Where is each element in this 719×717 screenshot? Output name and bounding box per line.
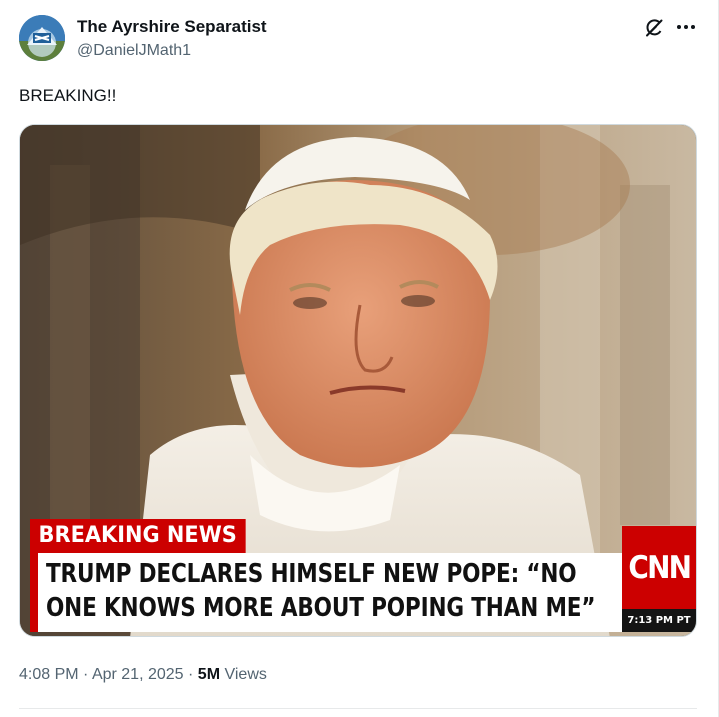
post-text: BREAKING!! (19, 86, 117, 105)
breaking-news-headline: TRUMP DECLARES HIMSELF NEW POPE: “NO ONE… (30, 553, 622, 632)
views-count: 5M (197, 666, 221, 683)
post-meta: 4:08 PM · Apr 21, 2025 · 5M Views (19, 666, 267, 684)
cnn-logo: CNN (622, 526, 696, 609)
post: The Ayrshire Separatist @DanielJMath1 BR… (0, 0, 719, 717)
avatar-image (19, 15, 65, 61)
grok-icon[interactable] (643, 17, 665, 39)
meta-separator: · (83, 666, 89, 683)
divider (19, 708, 697, 709)
author-display-name[interactable]: The Ayrshire Separatist (77, 17, 267, 37)
views-label: Views (224, 666, 267, 683)
post-date[interactable]: Apr 21, 2025 (92, 666, 184, 683)
avatar[interactable] (19, 15, 65, 61)
post-time[interactable]: 4:08 PM (19, 666, 79, 683)
breaking-news-label: BREAKING NEWS (30, 519, 246, 553)
headline-line-2: ONE KNOWS MORE ABOUT POPING THAN ME” (46, 593, 596, 623)
more-icon[interactable] (675, 16, 697, 38)
headline-line-1: TRUMP DECLARES HIMSELF NEW POPE: “NO (46, 559, 577, 589)
post-image[interactable]: BREAKING NEWS TRUMP DECLARES HIMSELF NEW… (19, 124, 697, 637)
cnn-logo-text: CNN (628, 549, 692, 586)
meta-separator: · (188, 666, 194, 683)
author-handle[interactable]: @DanielJMath1 (77, 42, 191, 60)
broadcast-time: 7:13 PM PT (622, 609, 696, 632)
